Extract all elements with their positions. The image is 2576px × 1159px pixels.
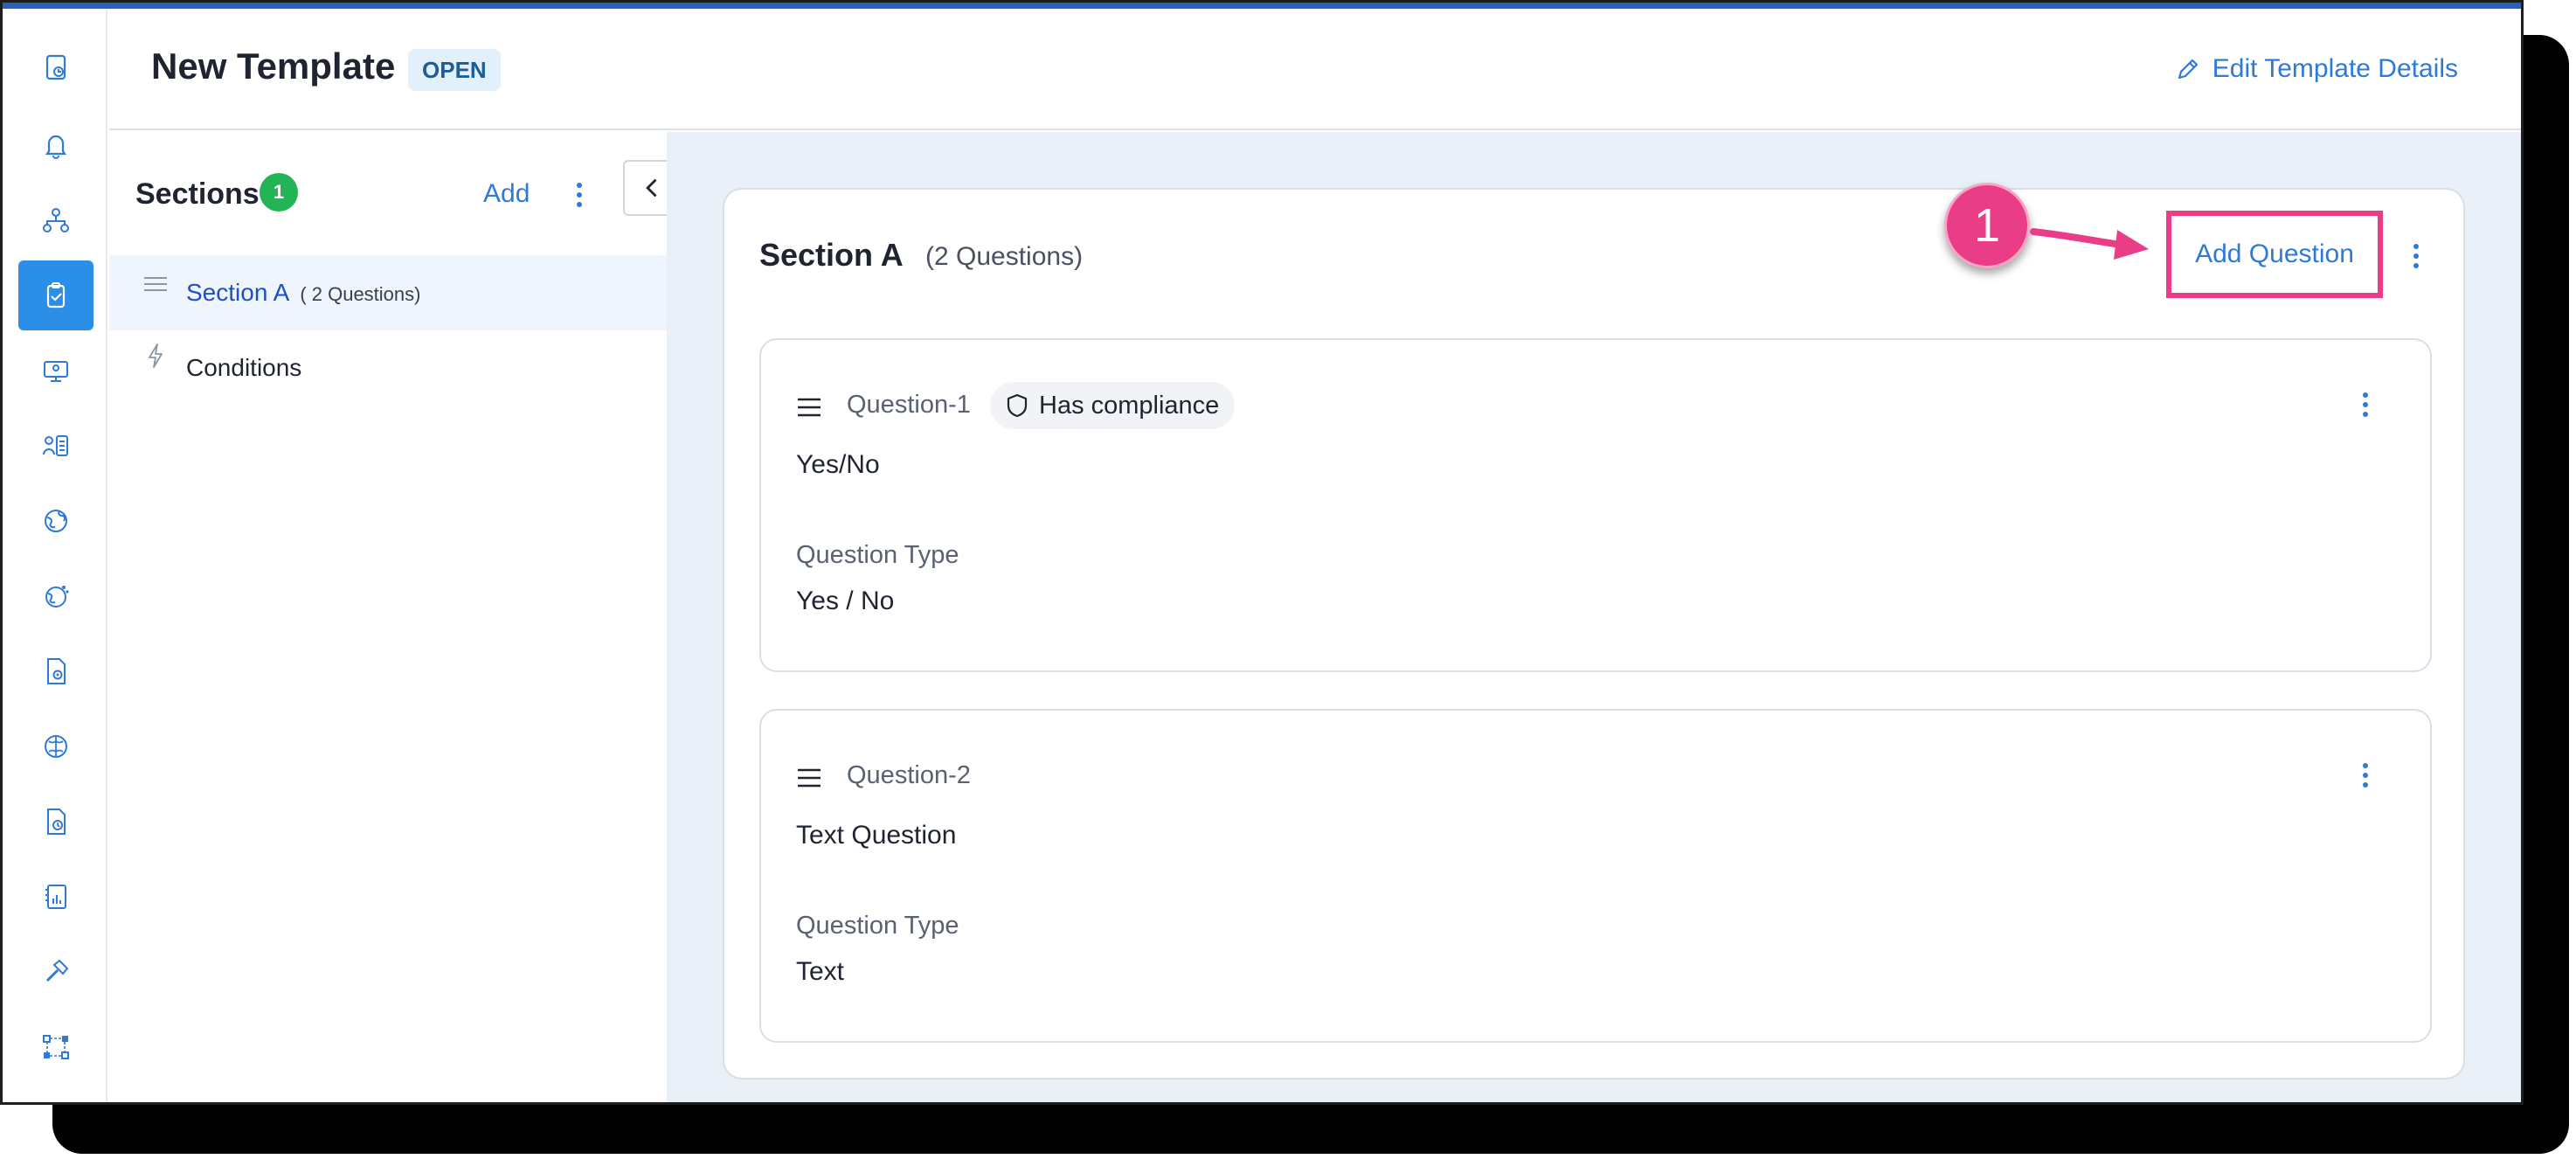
pencil-icon bbox=[2178, 59, 2198, 80]
section-more-icon[interactable] bbox=[2407, 239, 2425, 274]
rail-tools[interactable] bbox=[18, 937, 93, 1007]
report-chart-icon bbox=[45, 885, 66, 909]
drag-handle-icon[interactable] bbox=[796, 396, 822, 419]
sections-more-icon[interactable] bbox=[571, 177, 588, 212]
section-title: Section A bbox=[759, 237, 904, 273]
question-type-label: Question Type bbox=[796, 912, 959, 940]
question-label: Question-1 bbox=[847, 391, 971, 419]
sections-panel: Sections 1 Add Section A( 2 Questions) C… bbox=[109, 132, 667, 1102]
question-card[interactable]: Question-2 Text Question Question Type T… bbox=[759, 709, 2432, 1043]
section-card: Section A (2 Questions) Add Question Que… bbox=[723, 188, 2465, 1079]
org-chart-icon bbox=[43, 208, 69, 232]
main-content: Section A (2 Questions) Add Question Que… bbox=[667, 132, 2521, 1102]
question-type-value: Text bbox=[796, 957, 845, 986]
edit-template-details-label: Edit Template Details bbox=[2212, 54, 2458, 83]
clipboard-check-icon bbox=[46, 282, 66, 309]
section-item-label: Section A( 2 Questions) bbox=[186, 279, 421, 306]
rail-dashboard[interactable] bbox=[18, 33, 93, 103]
rail-workflow[interactable] bbox=[18, 1012, 93, 1082]
question-more-icon[interactable] bbox=[2357, 758, 2374, 793]
rail-templates[interactable] bbox=[18, 260, 93, 330]
edit-template-details-link[interactable]: Edit Template Details bbox=[2174, 54, 2458, 84]
add-question-button[interactable]: Add Question bbox=[2166, 211, 2383, 298]
rail-monitor[interactable] bbox=[18, 336, 93, 406]
section-item-section-a[interactable]: Section A( 2 Questions) bbox=[109, 255, 667, 330]
rail-document-settings[interactable] bbox=[18, 636, 93, 706]
globe-icon bbox=[45, 510, 67, 532]
compliance-label: Has compliance bbox=[1039, 391, 1220, 420]
step-callout: 1 bbox=[1944, 183, 2030, 268]
section-item-conditions[interactable]: Conditions bbox=[109, 330, 667, 406]
section-item-label: Conditions bbox=[186, 354, 302, 381]
globe-dots-icon bbox=[45, 586, 69, 607]
bell-icon bbox=[45, 135, 67, 159]
rail-globe-network[interactable] bbox=[18, 561, 93, 631]
status-badge: OPEN bbox=[408, 49, 501, 91]
dashboard-icon bbox=[45, 54, 66, 80]
callout-arrow-icon bbox=[2030, 228, 2149, 260]
rail-reports[interactable] bbox=[18, 862, 93, 932]
rail-globe[interactable] bbox=[18, 486, 93, 556]
rail-insights[interactable] bbox=[18, 711, 93, 781]
drag-handle-icon[interactable] bbox=[142, 271, 169, 297]
question-type-value: Yes / No bbox=[796, 586, 895, 615]
sections-title: Sections bbox=[135, 177, 260, 211]
question-type-label: Question Type bbox=[796, 541, 959, 569]
monitor-user-icon bbox=[44, 361, 68, 382]
rail-document-history[interactable] bbox=[18, 787, 93, 857]
lightning-icon bbox=[149, 344, 163, 368]
workflow-icon bbox=[43, 1035, 69, 1059]
drag-handle-icon[interactable] bbox=[796, 767, 822, 789]
chevron-left-icon bbox=[646, 178, 657, 198]
shield-icon bbox=[1007, 393, 1028, 418]
question-text: Text Question bbox=[796, 821, 957, 850]
document-settings-icon bbox=[47, 658, 66, 684]
icon-rail bbox=[3, 9, 107, 1102]
brain-icon bbox=[45, 735, 67, 758]
top-accent-bar bbox=[3, 3, 2521, 9]
hammer-icon bbox=[45, 959, 69, 982]
question-text: Yes/No bbox=[796, 450, 880, 479]
page-header: New Template OPEN Edit Template Details bbox=[109, 9, 2521, 130]
section-item-count: ( 2 Questions) bbox=[300, 283, 421, 305]
sections-count-badge: 1 bbox=[260, 173, 298, 212]
section-question-count: (2 Questions) bbox=[925, 242, 1084, 271]
rail-users[interactable] bbox=[18, 411, 93, 481]
user-list-icon bbox=[43, 435, 68, 456]
add-section-button[interactable]: Add bbox=[483, 179, 530, 209]
question-more-icon[interactable] bbox=[2357, 387, 2374, 422]
compliance-badge: Has compliance bbox=[990, 382, 1236, 429]
rail-notifications[interactable] bbox=[18, 110, 93, 180]
app-window: New Template OPEN Edit Template Details … bbox=[0, 0, 2524, 1105]
document-clock-icon bbox=[47, 809, 66, 835]
page-title: New Template bbox=[151, 45, 396, 87]
question-card[interactable]: Question-1 Has compliance Yes/No Questio… bbox=[759, 338, 2432, 672]
rail-org-chart[interactable] bbox=[18, 185, 93, 255]
question-label: Question-2 bbox=[847, 761, 971, 789]
